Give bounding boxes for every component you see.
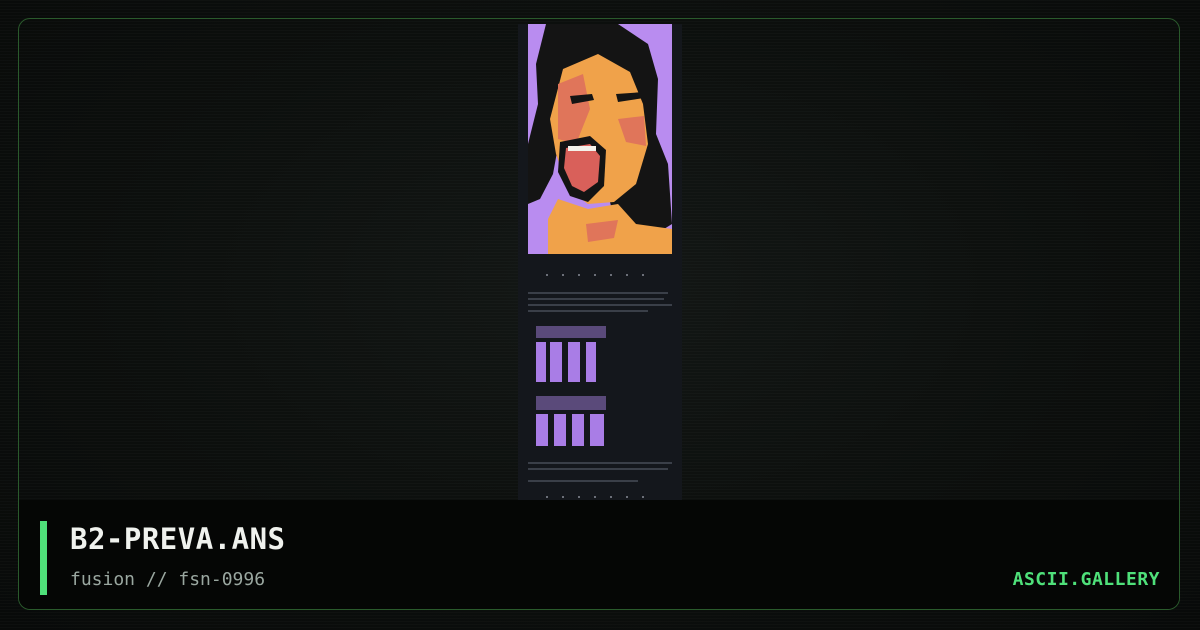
artwork-preview[interactable] — [518, 24, 682, 500]
artwork-title: B2-PREVA.ANS — [70, 522, 286, 556]
separator-dots-top — [546, 274, 644, 276]
accent-bar — [40, 521, 47, 595]
card-footer: B2-PREVA.ANS fusion // fsn-0996 ASCII.GA… — [19, 500, 1179, 609]
teeth — [568, 146, 596, 151]
info-text-block — [528, 292, 672, 312]
page-background: B2-PREVA.ANS fusion // fsn-0996 ASCII.GA… — [0, 0, 1200, 630]
ansi-art-image — [528, 24, 672, 498]
artwork-subtitle: fusion // fsn-0996 — [70, 569, 266, 590]
info-text-block-lower — [528, 462, 672, 482]
site-brand[interactable]: ASCII.GALLERY — [1013, 569, 1160, 590]
purple-lettering — [536, 342, 604, 446]
separator-dots-bottom — [546, 496, 644, 498]
